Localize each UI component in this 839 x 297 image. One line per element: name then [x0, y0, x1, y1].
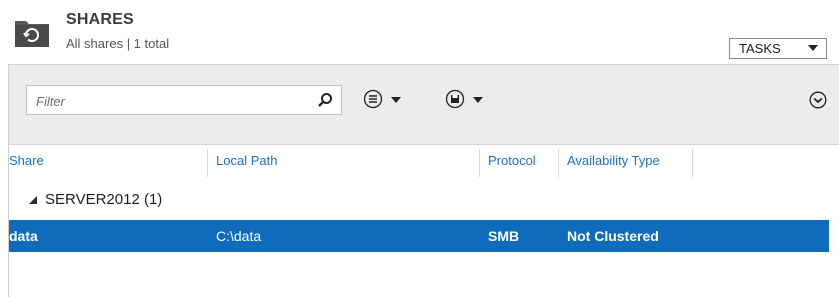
table-row[interactable]: data C:\data SMB Not Clustered: [9, 220, 829, 252]
column-header-share[interactable]: Share: [9, 153, 44, 177]
toolbar: Filter: [9, 65, 839, 145]
column-divider[interactable]: [479, 149, 480, 177]
list-view-dropdown-icon: [391, 97, 401, 103]
filter-input[interactable]: Filter: [26, 85, 342, 115]
column-header-local-path[interactable]: Local Path: [216, 153, 277, 177]
collapse-triangle-icon[interactable]: [29, 196, 37, 204]
list-view-icon: [363, 89, 383, 109]
cell-local-path: C:\data: [216, 228, 262, 244]
tasks-button[interactable]: TASKS: [729, 38, 827, 59]
column-divider[interactable]: [207, 149, 208, 177]
page-subtitle: All shares | 1 total: [66, 36, 170, 51]
save-icon: [445, 89, 465, 109]
expand-icon[interactable]: [809, 91, 827, 109]
save-query-button[interactable]: [445, 89, 485, 111]
column-header-protocol[interactable]: Protocol: [488, 153, 536, 177]
column-header-availability-type[interactable]: Availability Type: [567, 153, 660, 177]
shares-panel: Filter Share Local Path Protocol Availab…: [8, 64, 839, 297]
column-divider[interactable]: [692, 149, 693, 177]
column-divider[interactable]: [558, 149, 559, 177]
cell-availability-type: Not Clustered: [567, 228, 659, 244]
shares-folder-icon: [14, 18, 50, 48]
tasks-label: TASKS: [739, 41, 781, 56]
list-view-button[interactable]: [363, 89, 403, 111]
page-title: SHARES: [66, 11, 134, 28]
cell-protocol: SMB: [488, 228, 520, 244]
save-dropdown-icon: [473, 97, 483, 103]
filter-placeholder: Filter: [36, 94, 65, 109]
search-icon[interactable]: [317, 92, 333, 108]
group-label: SERVER2012 (1): [45, 191, 163, 208]
chevron-down-icon: [808, 45, 818, 51]
cell-share: data: [9, 228, 38, 244]
